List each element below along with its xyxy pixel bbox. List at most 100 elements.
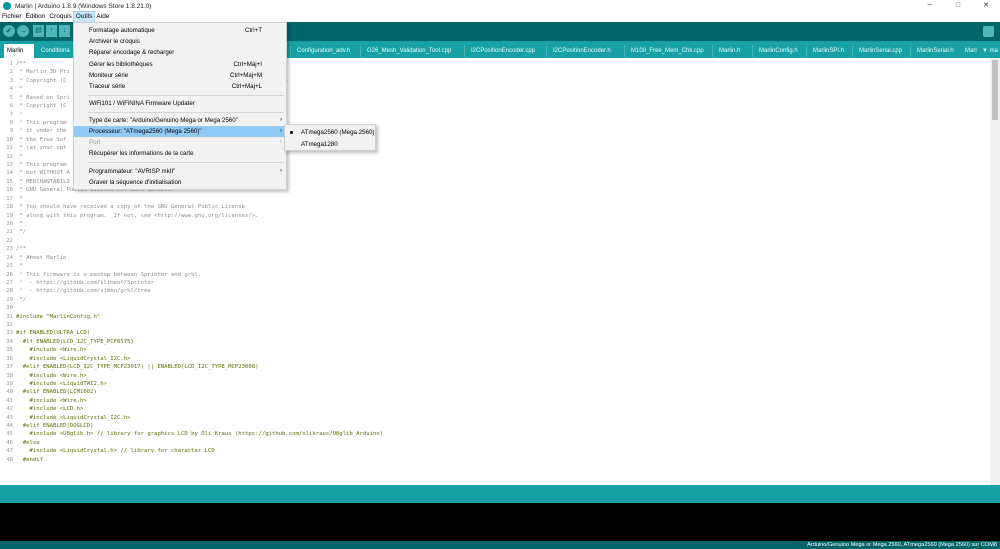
submenu-item-atmega2560[interactable]: ATmega2560 (Mega 2560) xyxy=(285,127,375,138)
code-line[interactable]: 17 * xyxy=(0,195,23,203)
tab-marlin-h[interactable]: Marlin.h xyxy=(716,44,743,58)
tab-configuration-adv[interactable]: Configuration_adv.h xyxy=(294,44,353,58)
minimize-button[interactable]: ─ xyxy=(916,0,944,12)
code-line[interactable]: 24 * About Marlin xyxy=(0,254,66,262)
menu-item-auto-format[interactable]: Formatage automatique Ctrl+T xyxy=(74,25,286,36)
tab-i2c-encoder-h[interactable]: I2CPositionEncoder.h xyxy=(550,44,614,58)
tab-marlinserial-cpp[interactable]: MarlinSerial.cpp xyxy=(856,44,905,58)
menu-item-programmer[interactable]: Programmateur: "AVRISP mkII" › xyxy=(74,166,286,177)
save-button[interactable]: ↓ xyxy=(59,25,70,37)
menu-croquis[interactable]: Croquis xyxy=(47,12,73,22)
scrollbar-thumb[interactable] xyxy=(992,60,998,120)
code-line[interactable]: 25 * xyxy=(0,262,23,270)
code-line[interactable]: 21 */ xyxy=(0,228,26,236)
code-line[interactable]: 30 xyxy=(0,304,16,312)
code-line[interactable]: 44 #elif ENABLED(DOGLCD) xyxy=(0,422,93,430)
tab-marlinspi[interactable]: MarlinSPI.h xyxy=(810,44,847,58)
code-line[interactable]: 23/** xyxy=(0,245,26,253)
code-line[interactable]: 11 * (at your opt xyxy=(0,144,67,152)
code-line[interactable]: 7 * xyxy=(0,111,23,119)
code-line[interactable]: 13 * This program xyxy=(0,161,66,169)
code-line[interactable]: 4 * xyxy=(0,85,23,93)
menu-item-archive-sketch[interactable]: Archiver le croquis xyxy=(74,36,286,47)
tab-m100[interactable]: M100_Free_Mem_Chk.cpp xyxy=(628,44,707,58)
menu-outils[interactable]: Outils xyxy=(72,11,96,23)
menu-item-processor[interactable]: Processeur: "ATmega2560 (Mega 2560)" › xyxy=(74,126,286,137)
code-line[interactable]: 1/** xyxy=(0,60,26,68)
code-line[interactable]: 42 #include <LCD.h> xyxy=(0,405,83,413)
tab-marlinserial-h[interactable]: MarlinSerial.h xyxy=(914,44,957,58)
maximize-button[interactable]: □ xyxy=(944,0,972,12)
code-line[interactable]: 5 * Based on Spri xyxy=(0,94,70,102)
line-number: 3 xyxy=(9,77,13,84)
menu-item-manage-libraries[interactable]: Gérer les bibliothèques Ctrl+Maj+I xyxy=(74,59,286,70)
code-line[interactable]: 35 #include <Wire.h> xyxy=(0,346,86,354)
code-line[interactable]: 29 */ xyxy=(0,296,26,304)
menu-fichier[interactable]: Fichier xyxy=(0,12,24,22)
tab-i2c-encoder-cpp[interactable]: I2CPositionEncoder.cpp xyxy=(468,44,538,58)
menu-item-board-info[interactable]: Récupérer les informations de la carte xyxy=(74,148,286,159)
code-line[interactable]: 26 * This firmware is a mashup between S… xyxy=(0,271,201,279)
tabs-dropdown-button[interactable]: ▼ ma xyxy=(982,44,998,58)
code-line[interactable]: 31 #include "MarlinConfig.h" xyxy=(0,313,100,321)
code-line[interactable]: 27 * - https://github.com/kliment/Sprint… xyxy=(0,279,154,287)
code-line[interactable]: 34 #if ENABLED(LCD_I2C_TYPE_PCF8575) xyxy=(0,338,134,346)
code-line[interactable]: 43 #include <LiquidCrystal_I2C.h> xyxy=(0,414,130,422)
code-text: * Copyright (C xyxy=(16,103,67,110)
code-line[interactable]: 22 xyxy=(0,237,16,245)
code-line[interactable]: 6 * Copyright (C xyxy=(0,102,67,110)
code-line[interactable]: 9 * it under the xyxy=(0,127,67,135)
code-line[interactable]: 8 * This program xyxy=(0,119,67,127)
verify-button[interactable]: ✓ xyxy=(3,25,15,37)
menu-item-board-type[interactable]: Type de carte: "Arduino/Genuino Mega or … xyxy=(74,115,286,126)
open-button[interactable]: ↑ xyxy=(46,25,57,37)
code-line[interactable]: 39 #include <LiquidTWI2.h> xyxy=(0,380,107,388)
code-line[interactable]: 38 #include <Wire.h> xyxy=(0,372,86,380)
code-line[interactable]: 45 #include <U8glib.h> // library for gr… xyxy=(0,430,383,438)
menu-item-serial-plotter[interactable]: Traceur série Ctrl+Maj+L xyxy=(74,81,286,92)
submenu-arrow-icon: › xyxy=(280,168,282,174)
submenu-arrow-icon: › xyxy=(280,139,282,145)
code-line[interactable]: 46 #else xyxy=(0,439,39,447)
code-line[interactable]: 2 * Marlin 3D Pri xyxy=(0,68,70,76)
code-line[interactable]: 32 xyxy=(0,321,16,329)
code-line[interactable]: 41 #include <Wire.h> xyxy=(0,397,86,405)
tab-g26-mesh[interactable]: G26_Mesh_Validation_Tool.cpp xyxy=(364,44,454,58)
serial-monitor-icon[interactable] xyxy=(983,26,994,37)
code-line[interactable]: 14 * but WITHOUT A xyxy=(0,169,70,177)
tab-marl[interactable]: Marl xyxy=(962,44,980,58)
code-line[interactable]: 33 #if ENABLED(ULTRA_LCD) xyxy=(0,329,90,337)
line-number: 13 xyxy=(6,162,13,169)
tab-marlin[interactable]: Marlin xyxy=(4,44,34,58)
menu-aide[interactable]: Aide xyxy=(94,12,111,22)
code-line[interactable]: 37 #elif ENABLED(LCD_I2C_TYPE_MCP23017) … xyxy=(0,363,258,371)
line-number: 47 xyxy=(6,448,13,455)
title-bar: Marlin | Arduino 1.8.9 (Windows Store 1.… xyxy=(0,0,1000,12)
close-button[interactable]: ✕ xyxy=(972,0,1000,12)
code-line[interactable]: 15 * MERCHANTABILI xyxy=(0,178,70,186)
submenu-item-atmega1280[interactable]: ATmega1280 xyxy=(285,139,375,150)
code-line[interactable]: 18 * You should have received a copy of … xyxy=(0,203,245,211)
editor-scrollbar[interactable] xyxy=(990,58,1000,485)
menu-item-serial-monitor[interactable]: Moniteur série Ctrl+Maj+M xyxy=(74,70,286,81)
menu-item-fix-encoding[interactable]: Réparer encodage & recharger xyxy=(74,47,286,58)
tab-marlinconfig[interactable]: MarlinConfig.h xyxy=(756,44,801,58)
code-line[interactable]: 28 * - https://github.com/simen/grbl/tre… xyxy=(0,287,150,295)
code-text: * (at your opt xyxy=(16,145,67,152)
code-line[interactable]: 47 #include <LiquidCrystal.h> // library… xyxy=(0,447,214,455)
code-line[interactable]: 12 * xyxy=(0,153,23,161)
new-sketch-button[interactable]: ▤ xyxy=(33,25,44,37)
arduino-logo-icon xyxy=(3,2,11,10)
menu-edition[interactable]: Édition xyxy=(24,12,48,22)
code-line[interactable]: 3 * Copyright (Clin) xyxy=(0,77,289,85)
code-line[interactable]: 40 #elif ENABLED(LCM1602) xyxy=(0,388,97,396)
code-line[interactable]: 10 * the Free Sof xyxy=(0,136,66,144)
code-line[interactable]: 20 * xyxy=(0,220,23,228)
code-line[interactable]: 19 * along with this program. If not, se… xyxy=(0,212,258,220)
menu-item-burn-bootloader[interactable]: Graver la séquence d'initialisation xyxy=(74,177,286,188)
code-line[interactable]: 36 #include <LiquidCrystal_I2C.h> xyxy=(0,355,130,363)
tab-conditionals[interactable]: Conditiona xyxy=(38,44,73,58)
upload-button[interactable]: → xyxy=(17,25,29,37)
menu-item-wifi-updater[interactable]: WiFi101 / WiFiNINA Firmware Updater xyxy=(74,98,286,109)
code-line[interactable]: 48 #endif xyxy=(0,456,43,464)
